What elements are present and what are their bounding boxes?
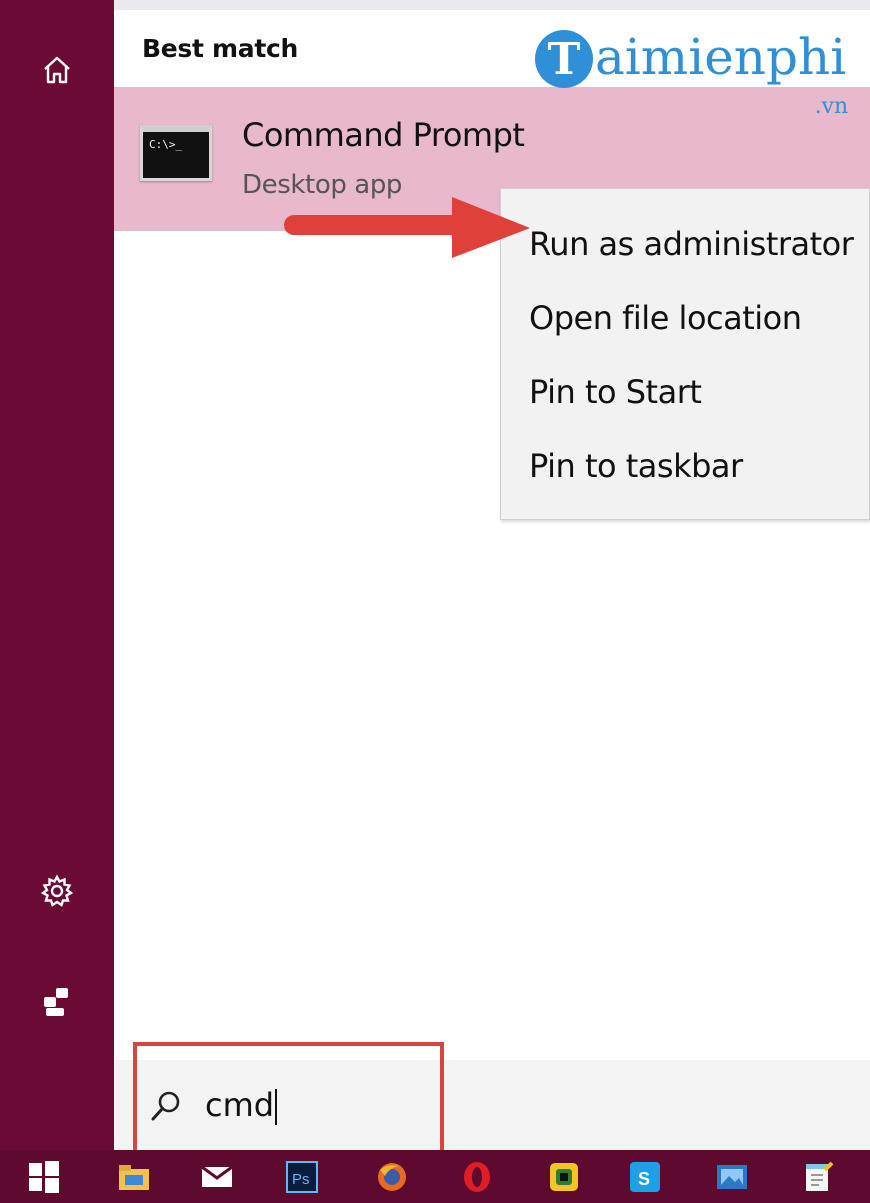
app-icon[interactable] [546, 1159, 582, 1195]
menu-item-pin-to-start[interactable]: Pin to Start [529, 373, 702, 411]
mail-icon[interactable] [199, 1159, 235, 1195]
user-icon[interactable] [32, 976, 82, 1026]
section-header: Best match [142, 34, 299, 63]
start-sidebar [0, 0, 114, 1150]
windows-start-icon[interactable] [26, 1159, 62, 1195]
search-icon [151, 1091, 180, 1121]
text-caret [275, 1089, 278, 1125]
firefox-icon[interactable] [374, 1159, 410, 1195]
menu-item-run-as-administrator[interactable]: Run as administrator [529, 225, 854, 263]
photoshop-icon[interactable]: Ps [284, 1159, 320, 1195]
watermark-text: aimienphi [595, 28, 847, 86]
watermark-suffix: .vn [814, 94, 849, 119]
taskbar: Ps S [0, 1150, 870, 1203]
file-explorer-icon[interactable] [116, 1159, 152, 1195]
gear-icon[interactable] [32, 866, 82, 916]
search-input[interactable]: cmd [205, 1086, 425, 1126]
result-title: Command Prompt [242, 116, 525, 154]
watermark-logo: T [535, 30, 593, 88]
opera-icon[interactable] [459, 1159, 495, 1195]
photos-icon[interactable] [714, 1159, 750, 1195]
context-menu: Run as administrator Open file location … [500, 188, 870, 520]
photoshop-label: Ps [292, 1171, 310, 1188]
notepad-icon[interactable] [800, 1159, 836, 1195]
menu-item-pin-to-taskbar[interactable]: Pin to taskbar [529, 447, 743, 485]
skype-icon[interactable]: S [627, 1159, 663, 1195]
command-prompt-icon: C:\>_ [140, 125, 212, 181]
watermark: T aimienphi .vn [535, 22, 848, 119]
annotation-arrow [284, 197, 530, 258]
prompt-text: C:\>_ [149, 138, 183, 151]
home-icon[interactable] [32, 45, 82, 95]
svg-text:S: S [638, 1169, 650, 1189]
menu-item-open-file-location[interactable]: Open file location [529, 299, 802, 337]
